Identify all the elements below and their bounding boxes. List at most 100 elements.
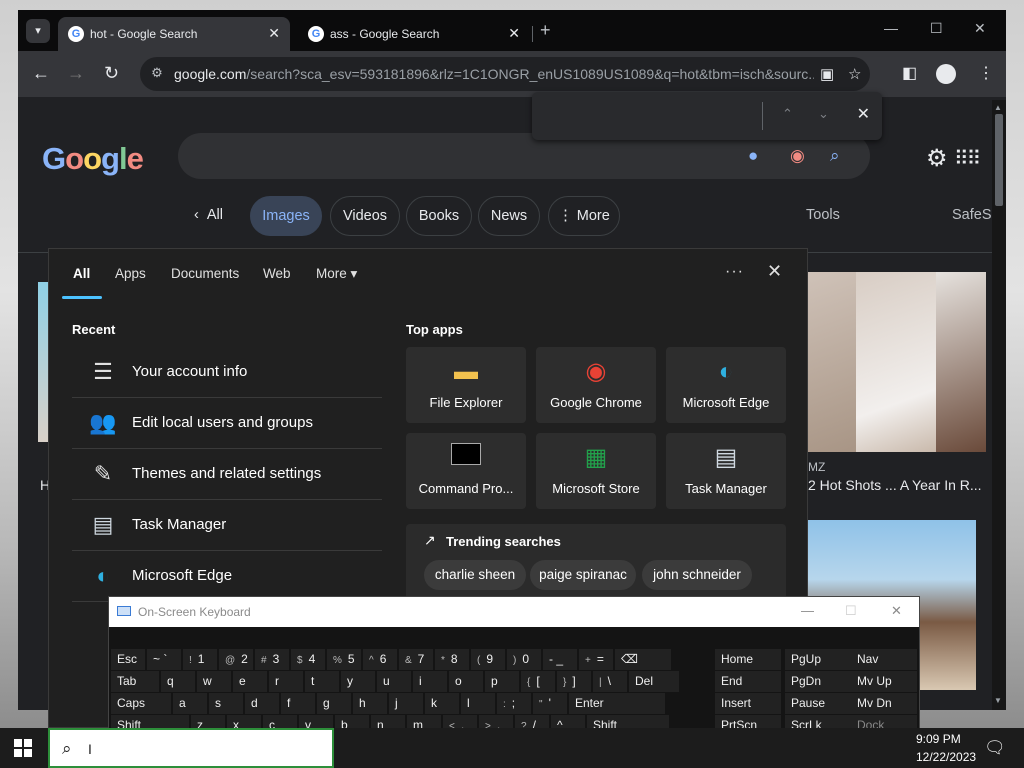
search-icon[interactable]: ⌕ [830, 146, 840, 166]
osk-key[interactable]: " ' [533, 693, 567, 714]
image-result[interactable] [936, 272, 986, 452]
osk-key[interactable]: (9 [471, 649, 505, 670]
osk-key[interactable]: w [197, 671, 231, 692]
image-result[interactable] [808, 272, 856, 452]
tab-search-button[interactable]: ▾ [26, 19, 50, 43]
image-result[interactable] [856, 272, 936, 452]
osk-key[interactable]: - _ [543, 649, 577, 670]
osk-nav-key[interactable]: Nav [851, 649, 917, 670]
new-tab-button[interactable]: + [540, 20, 551, 41]
osk-key[interactable]: t [305, 671, 339, 692]
search-tab-web[interactable]: Web [263, 266, 291, 281]
osk-key[interactable]: g [317, 693, 351, 714]
osk-key[interactable]: | \ [593, 671, 627, 692]
trending-chip[interactable]: john schneider [642, 560, 752, 590]
search-tab-all[interactable]: All [73, 266, 90, 281]
osk-key[interactable]: }] [557, 671, 591, 692]
osk-key[interactable]: i [413, 671, 447, 692]
trending-chip[interactable]: paige spiranac [530, 560, 636, 590]
tab-close-icon[interactable]: ✕ [508, 25, 520, 42]
osk-key[interactable]: #3 [255, 649, 289, 670]
osk-key[interactable]: s [209, 693, 243, 714]
microphone-icon[interactable]: ● [748, 146, 758, 166]
osk-nav-key[interactable]: End [715, 671, 781, 692]
system-clock[interactable]: 9:09 PM 12/22/2023 [916, 730, 976, 766]
site-info-icon[interactable]: ⚙ [148, 65, 166, 83]
scroll-up-icon[interactable]: ▲ [994, 103, 1002, 112]
recent-item-account-info[interactable]: ☰ Your account info [72, 347, 382, 398]
osk-key[interactable]: d [245, 693, 279, 714]
osk-nav-key[interactable]: PgUp [785, 649, 851, 670]
osk-titlebar[interactable]: On-Screen Keyboard — ☐ ✕ [109, 597, 919, 627]
side-panel-icon[interactable]: ◧ [902, 63, 917, 83]
url-text[interactable]: google.com/search?sca_esv=593181896&rlz=… [174, 66, 814, 82]
back-arrow-icon[interactable]: ← [32, 63, 50, 84]
osk-key[interactable]: ) 0 [507, 649, 541, 670]
chip-images[interactable]: Images [250, 196, 322, 236]
osk-key[interactable]: ! 1 [183, 649, 217, 670]
reload-icon[interactable]: ↻ [104, 63, 119, 84]
menu-kebab-icon[interactable]: ⋮ [978, 63, 994, 83]
maximize-icon[interactable]: ☐ [930, 20, 943, 37]
recent-item-edge[interactable]: ◐ Microsoft Edge [72, 551, 382, 602]
osk-key[interactable]: q [161, 671, 195, 692]
chip-news[interactable]: News [478, 196, 540, 236]
osk-key[interactable]: {[ [521, 671, 555, 692]
app-tile-store[interactable]: ▦ Microsoft Store [536, 433, 656, 509]
osk-key[interactable]: Esc [111, 649, 145, 670]
recent-item-users-groups[interactable]: 👥 Edit local users and groups [72, 398, 382, 449]
osk-key[interactable]: o [449, 671, 483, 692]
osk-nav-key[interactable]: Home [715, 649, 781, 670]
forward-arrow-icon[interactable]: → [67, 63, 85, 84]
find-close-icon[interactable]: ✕ [857, 104, 870, 124]
chip-books[interactable]: Books [406, 196, 472, 236]
profile-avatar-icon[interactable] [936, 64, 956, 84]
osk-key[interactable]: :; [497, 693, 531, 714]
osk-nav-key[interactable]: Pause [785, 693, 851, 714]
app-tile-edge[interactable]: ◐ Microsoft Edge [666, 347, 786, 423]
tab-close-icon[interactable]: ✕ [268, 25, 280, 42]
osk-key[interactable]: k [425, 693, 459, 714]
google-logo[interactable]: Google [42, 141, 144, 177]
osk-key[interactable]: ⌫ [615, 649, 671, 670]
osk-key[interactable]: r [269, 671, 303, 692]
osk-key[interactable]: f [281, 693, 315, 714]
lens-camera-icon[interactable]: ◉ [790, 146, 805, 166]
osk-minimize-icon[interactable]: — [801, 603, 814, 618]
osk-key[interactable]: a [173, 693, 207, 714]
osk-nav-key[interactable]: Mv Dn [851, 693, 917, 714]
start-windows-icon[interactable] [14, 739, 32, 757]
lens-icon[interactable]: ▣ [820, 65, 834, 83]
scroll-down-icon[interactable]: ▼ [994, 696, 1002, 705]
scrollbar-thumb[interactable] [995, 114, 1003, 206]
osk-key[interactable]: Caps [111, 693, 171, 714]
recent-item-task-manager[interactable]: ▤ Task Manager [72, 500, 382, 551]
back-all-link[interactable]: ‹ All [194, 207, 223, 223]
osk-key[interactable]: ^ 6 [363, 649, 397, 670]
osk-key[interactable]: ~ ` [147, 649, 181, 670]
app-tile-chrome[interactable]: ◉ Google Chrome [536, 347, 656, 423]
osk-key[interactable]: Tab [111, 671, 159, 692]
search-tab-more[interactable]: More ▾ [316, 266, 357, 282]
osk-key[interactable]: y [341, 671, 375, 692]
search-tab-apps[interactable]: Apps [115, 266, 146, 281]
find-previous-icon[interactable]: ⌃ [782, 106, 793, 122]
address-bar[interactable]: ⚙ google.com/search?sca_esv=593181896&rl… [140, 57, 870, 91]
recent-item-themes[interactable]: ✎ Themes and related settings [72, 449, 382, 500]
app-tile-file-explorer[interactable]: ▬ File Explorer [406, 347, 526, 423]
settings-gear-icon[interactable]: ⚙ [926, 144, 948, 173]
taskbar-search-box[interactable]: ⌕ I [48, 728, 334, 768]
chip-videos[interactable]: Videos [330, 196, 400, 236]
osk-key[interactable]: + = [579, 649, 613, 670]
osk-key[interactable]: $4 [291, 649, 325, 670]
osk-key[interactable]: % 5 [327, 649, 361, 670]
osk-key[interactable]: e [233, 671, 267, 692]
osk-nav-key[interactable]: Mv Up [851, 671, 917, 692]
osk-key[interactable]: * 8 [435, 649, 469, 670]
bookmark-star-icon[interactable]: ☆ [848, 65, 861, 83]
osk-key[interactable]: l [461, 693, 495, 714]
osk-close-icon[interactable]: ✕ [891, 603, 902, 619]
page-scrollbar[interactable]: ▲ ▼ [992, 100, 1006, 710]
app-tile-command-prompt[interactable]: Command Pro... [406, 433, 526, 509]
chip-more[interactable]: ⋮ More [548, 196, 620, 236]
